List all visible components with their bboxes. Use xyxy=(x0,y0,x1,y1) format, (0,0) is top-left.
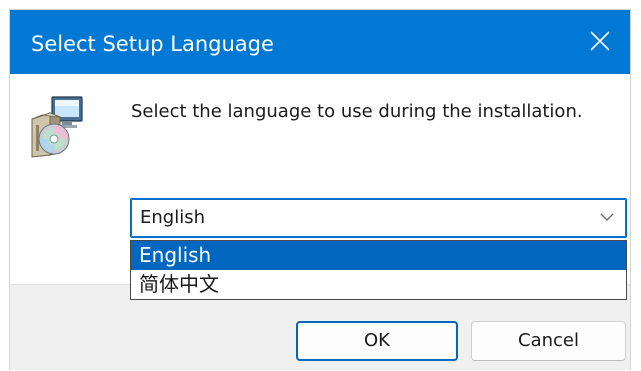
dialog-body: Select the language to use during the in… xyxy=(10,74,630,370)
setup-package-icon xyxy=(31,96,83,158)
language-select-value: English xyxy=(140,207,205,228)
window-title: Select Setup Language xyxy=(31,32,274,56)
close-button[interactable] xyxy=(570,10,630,74)
title-bar: Select Setup Language xyxy=(10,10,630,74)
close-icon xyxy=(590,31,610,51)
language-option-english[interactable]: English xyxy=(131,241,626,270)
language-option-simplified-chinese[interactable]: 简体中文 xyxy=(131,270,626,299)
chevron-down-icon xyxy=(600,213,614,221)
setup-language-dialog: Select Setup Language Select the languag… xyxy=(10,10,630,370)
language-select[interactable]: English xyxy=(130,198,627,238)
cancel-button[interactable]: Cancel xyxy=(471,321,626,361)
instruction-text: Select the language to use during the in… xyxy=(131,101,583,122)
language-dropdown-list: English 简体中文 xyxy=(130,240,627,300)
ok-button[interactable]: OK xyxy=(296,321,458,361)
